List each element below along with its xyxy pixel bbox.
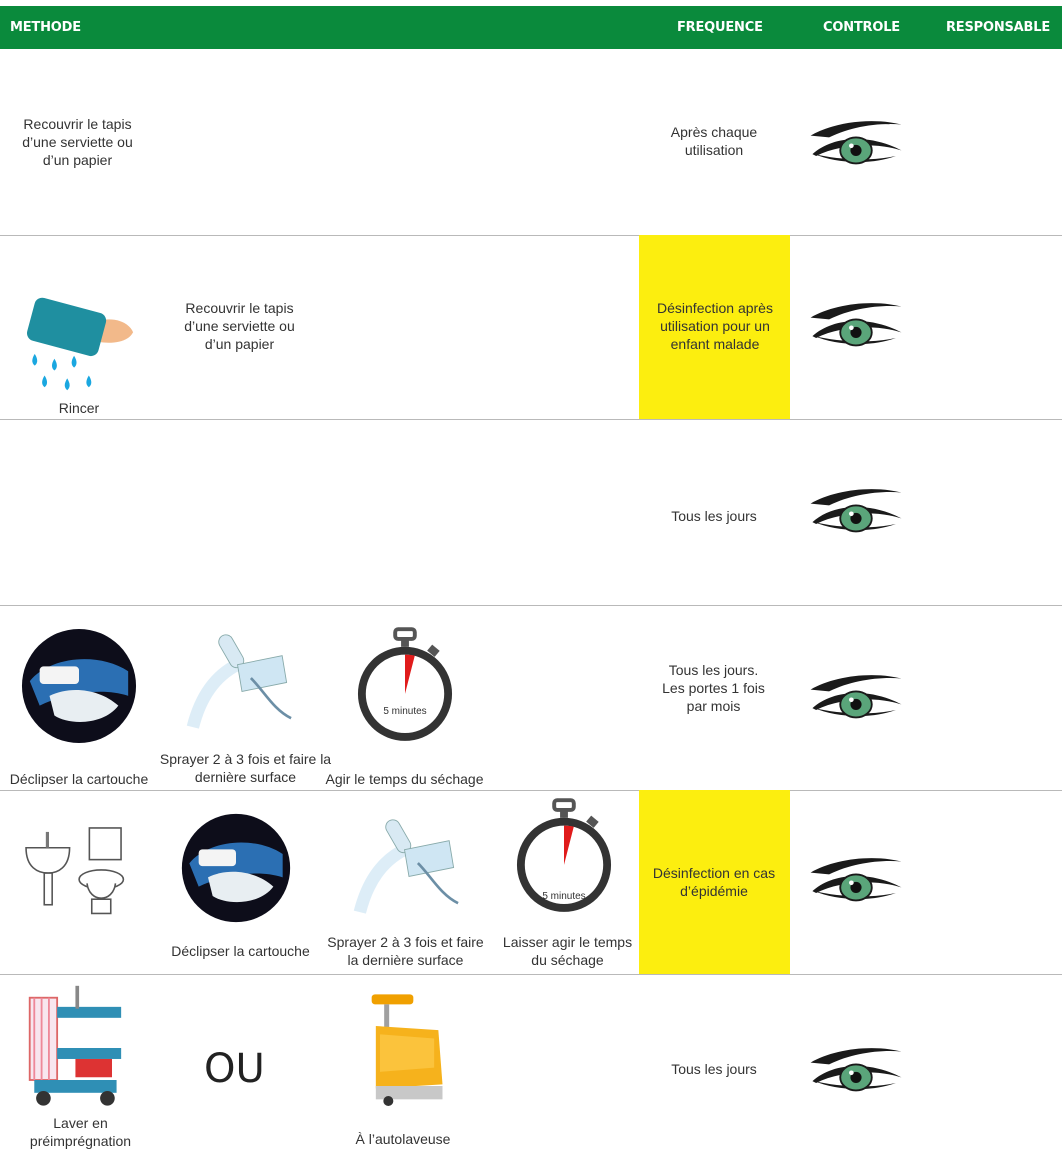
methode-text: Déclipser la cartouche (171, 943, 310, 959)
frequence-text: Tous les jours. Les portes 1 fois par mo… (662, 662, 765, 714)
header-frequence: FREQUENCE (677, 20, 763, 35)
table-row: Laver en préimprégnation OU À l’autolave… (0, 974, 1062, 1157)
methode-text: Recouvrir le tapis d’une serviette ou d’… (184, 300, 295, 352)
eye-icon (805, 115, 907, 171)
eye-icon (805, 669, 907, 725)
eye-icon (805, 1042, 907, 1098)
wet-cloth-icon (20, 285, 138, 403)
table-row: 5 minutes Déclipser la cartouche Sprayer… (0, 790, 1062, 975)
methode-text: Rincer (58, 400, 100, 416)
spray-icon (175, 625, 300, 740)
table-row: Recouvrir le tapis d’une serviette ou d’… (0, 49, 1062, 236)
frequence-text: Tous les jours (671, 508, 757, 524)
frequence-text: Désinfection en cas d’épidémie (652, 865, 776, 899)
header-methode: METHODE (10, 20, 81, 35)
floor-scrubber-icon (355, 990, 455, 1112)
table-row: Tous les jours (0, 419, 1062, 606)
cartridge-hands-icon (20, 627, 138, 745)
cartridge-hands-icon (180, 812, 292, 924)
spray-icon (342, 810, 467, 925)
table-header: METHODE FREQUENCE CONTROLE RESPONSABLE (0, 6, 1062, 49)
stopwatch-icon (356, 627, 454, 745)
frequence-text: Désinfection après utilisation pour un e… (657, 300, 773, 352)
timer-label: 5 minutes (383, 706, 427, 717)
header-controle: CONTROLE (823, 20, 900, 35)
methode-text: Sprayer 2 à 3 fois et faire la dernière … (327, 934, 484, 968)
cleaning-cart-icon (24, 984, 136, 1112)
eye-icon (805, 852, 907, 908)
timer-label: 5 minutes (542, 891, 586, 902)
methode-text: À l’autolaveuse (355, 1131, 451, 1147)
header-responsable: RESPONSABLE (946, 20, 1051, 35)
toilet-sink-icon (20, 824, 135, 919)
methode-text: Agir le temps du séchage (325, 771, 484, 787)
table-row: 5 minutes Déclipser la cartouche Sprayer… (0, 605, 1062, 791)
frequence-text: Tous les jours (671, 1061, 757, 1077)
frequence-text: Après chaque utilisation (670, 124, 758, 158)
methode-text: Laver en préimprégnation (29, 1115, 132, 1149)
eye-icon (805, 483, 907, 539)
methode-text: Recouvrir le tapis d’une serviette ou d’… (22, 116, 133, 168)
eye-icon (805, 297, 907, 353)
methode-text: Laisser agir le temps du séchage (502, 934, 633, 968)
methode-text: Sprayer 2 à 3 fois et faire la dernière … (159, 751, 332, 785)
ou-label: OU (204, 1046, 265, 1092)
table-row: Rincer Recouvrir le tapis d’une serviett… (0, 235, 1062, 420)
methode-text: Déclipser la cartouche (9, 771, 149, 787)
